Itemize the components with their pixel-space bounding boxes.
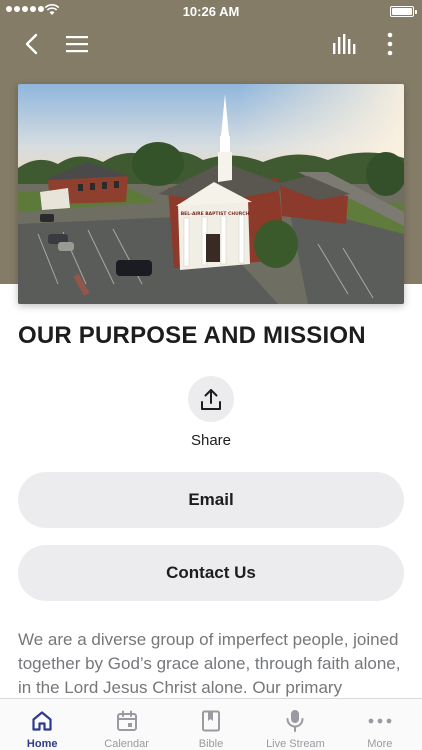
tab-home-label: Home — [26, 738, 58, 750]
email-button[interactable]: Email — [18, 472, 404, 528]
status-time: 10:26 AM — [182, 4, 240, 19]
more-options-button[interactable] — [376, 30, 404, 58]
tab-home[interactable]: Home — [0, 699, 84, 750]
tab-more-label: More — [367, 738, 393, 750]
church-hero-image: BEL-AIRE BAPTIST CHURCH — [18, 84, 404, 304]
tab-bible-label: Bible — [198, 738, 224, 750]
tab-calendar-label: Calendar — [104, 738, 149, 750]
tab-more[interactable]: More — [338, 699, 422, 750]
microphone-icon — [282, 708, 308, 733]
share-icon — [201, 389, 221, 410]
tab-live-stream[interactable]: Live Stream — [253, 699, 337, 750]
navigation-bar — [0, 22, 422, 66]
contact-us-button[interactable]: Contact Us — [18, 545, 404, 601]
menu-button[interactable] — [63, 30, 91, 58]
back-chevron-icon — [25, 33, 38, 55]
more-horizontal-icon — [367, 708, 393, 733]
share-label: Share — [190, 432, 232, 449]
hamburger-menu-icon — [66, 36, 88, 53]
more-vertical-icon — [387, 32, 393, 56]
battery-icon — [390, 6, 417, 17]
share-button[interactable] — [188, 376, 234, 422]
page-title: OUR PURPOSE AND MISSION — [18, 322, 366, 349]
calendar-icon — [114, 708, 140, 733]
tab-bible[interactable]: Bible — [169, 699, 253, 750]
share-section: Share — [0, 376, 422, 449]
tab-calendar[interactable]: Calendar — [84, 699, 168, 750]
audio-button[interactable] — [330, 30, 358, 58]
status-bar: 10:26 AM — [0, 0, 422, 22]
back-button[interactable] — [18, 30, 46, 58]
audio-bars-icon — [333, 34, 356, 54]
tab-live-stream-label: Live Stream — [266, 738, 325, 750]
bible-icon — [198, 708, 224, 733]
bottom-tab-bar: Home Calendar Bible Live Stream More — [0, 698, 422, 750]
home-icon — [29, 708, 55, 733]
